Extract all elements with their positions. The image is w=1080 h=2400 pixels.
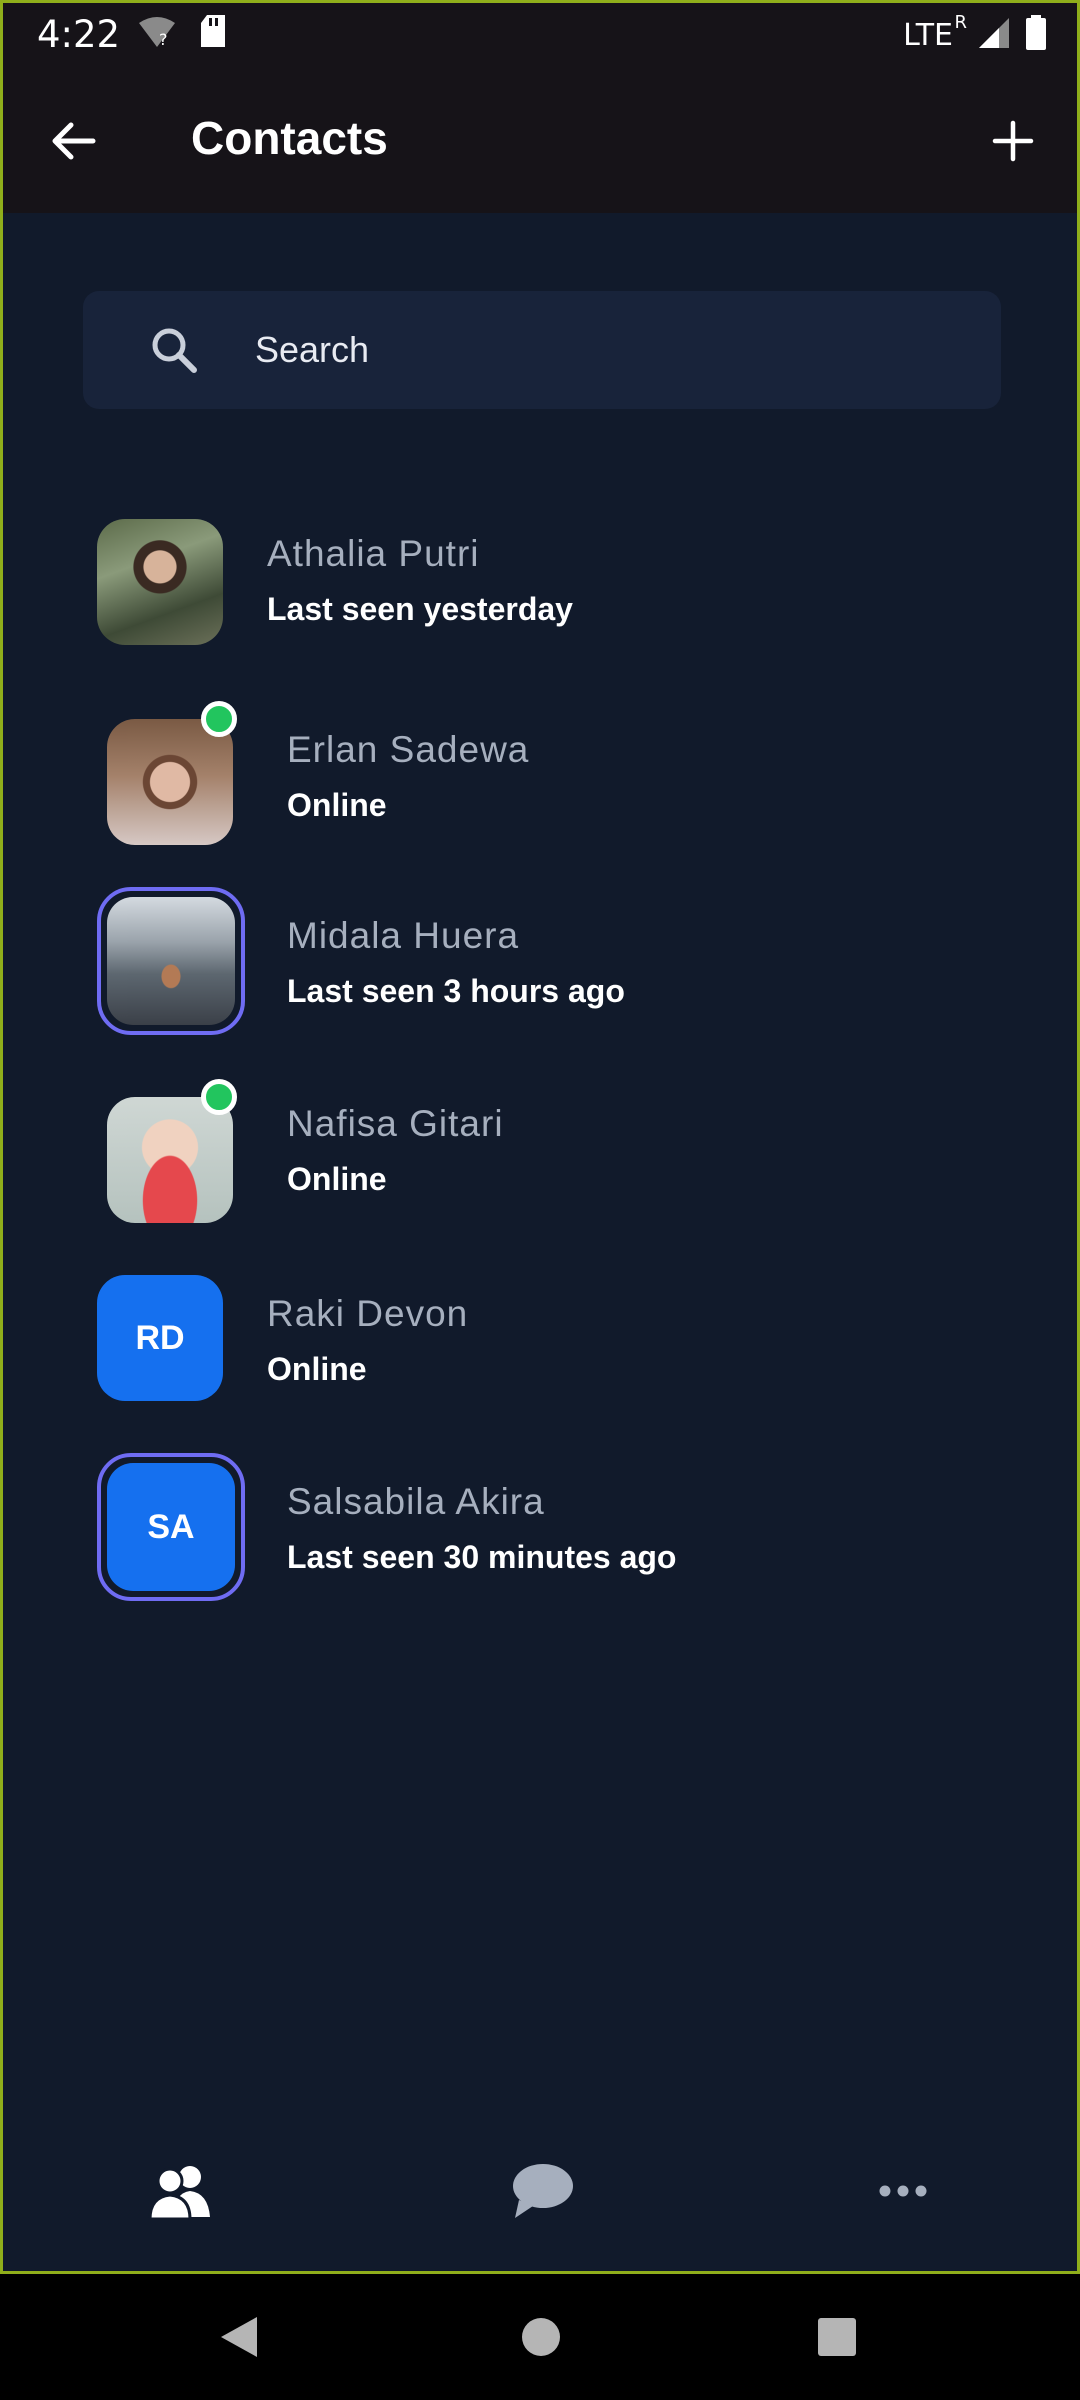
contact-name: Midala Huera xyxy=(287,915,520,956)
avatar-initials: RD xyxy=(97,1275,223,1401)
online-indicator xyxy=(201,1079,237,1115)
status-bar: 4:22 ? LTE R xyxy=(3,3,1077,67)
system-recents-button[interactable] xyxy=(802,2304,872,2374)
search-box[interactable] xyxy=(83,291,1001,409)
square-recents-icon xyxy=(816,2316,858,2363)
bottom-navigation xyxy=(3,2131,1077,2271)
status-icons-right: LTE R xyxy=(903,12,1047,56)
triangle-back-icon xyxy=(217,2313,261,2366)
contact-item-raki-devon[interactable]: RD Raki Devon Online xyxy=(83,1259,1003,1419)
more-icon xyxy=(878,2184,928,2203)
contact-status: Online xyxy=(287,787,387,823)
add-contact-button[interactable] xyxy=(977,107,1049,179)
online-indicator xyxy=(201,701,237,737)
wifi-unknown-icon: ? xyxy=(137,15,177,54)
battery-icon xyxy=(1025,15,1047,56)
contact-name: Nafisa Gitari xyxy=(287,1103,504,1144)
nav-chats-tab[interactable] xyxy=(483,2143,603,2243)
avatar xyxy=(97,519,223,645)
contact-status: Last seen yesterday xyxy=(267,591,573,627)
contact-name: Erlan Sadewa xyxy=(287,729,530,770)
system-back-button[interactable] xyxy=(204,2304,274,2374)
contact-status: Last seen 30 minutes ago xyxy=(287,1539,677,1575)
contact-name: Raki Devon xyxy=(267,1293,469,1334)
contact-item-athalia-putri[interactable]: Athalia Putri Last seen yesterday xyxy=(83,503,1003,663)
search-input[interactable] xyxy=(253,319,957,381)
svg-text:?: ? xyxy=(159,30,168,49)
sd-card-icon xyxy=(199,15,227,54)
nav-contacts-tab[interactable] xyxy=(121,2143,241,2243)
signal-icon xyxy=(977,16,1011,55)
chat-bubble-icon xyxy=(511,2162,575,2225)
app-screen: 4:22 ? LTE R Contacts Search Athalia Put… xyxy=(0,0,1080,2274)
status-time: 4:22 xyxy=(37,13,121,56)
system-navigation-bar xyxy=(0,2274,1080,2400)
system-home-button[interactable] xyxy=(506,2304,576,2374)
plus-icon xyxy=(992,120,1034,167)
avatar xyxy=(107,719,233,845)
contact-item-salsabila-akira[interactable]: SA Salsabila Akira Last seen 30 minutes … xyxy=(83,1453,1003,1613)
search-icon xyxy=(149,325,199,380)
back-button[interactable] xyxy=(37,107,109,179)
contact-name: Salsabila Akira xyxy=(287,1481,545,1522)
circle-home-icon xyxy=(519,2315,563,2364)
status-icons-left: ? xyxy=(137,15,227,54)
arrow-left-icon xyxy=(49,121,97,166)
avatar xyxy=(107,1097,233,1223)
avatar xyxy=(107,897,235,1025)
contacts-icon xyxy=(146,2163,216,2224)
page-title: Contacts xyxy=(191,112,388,164)
contact-item-midala-huera[interactable]: Midala Huera Last seen 3 hours ago xyxy=(83,887,1003,1047)
contact-item-nafisa-gitari[interactable]: Nafisa Gitari Online xyxy=(83,1071,1003,1231)
network-type: LTE R xyxy=(903,12,967,53)
contact-status: Last seen 3 hours ago xyxy=(287,973,625,1009)
contact-status: Online xyxy=(287,1161,387,1197)
avatar-initials: SA xyxy=(107,1463,235,1591)
nav-more-tab[interactable] xyxy=(843,2143,963,2243)
contact-item-erlan-sadewa[interactable]: Erlan Sadewa Online xyxy=(83,693,1003,853)
contact-name: Athalia Putri xyxy=(267,533,480,574)
contact-status: Online xyxy=(267,1351,367,1387)
app-bar: Contacts xyxy=(3,67,1077,213)
